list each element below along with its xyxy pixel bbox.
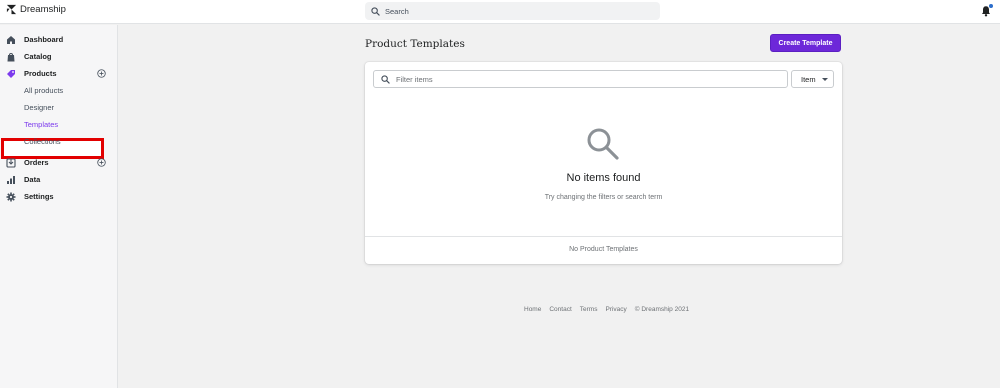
sidebar-item-products[interactable]: Products bbox=[0, 66, 118, 81]
footer-link-home[interactable]: Home bbox=[524, 306, 541, 313]
sidebar-item-label: Dashboard bbox=[24, 35, 64, 44]
notification-dot bbox=[989, 4, 993, 8]
sidebar: Dashboard Catalog Products All products … bbox=[0, 25, 118, 388]
orders-inbox-icon bbox=[6, 157, 16, 168]
sidebar-item-label: Data bbox=[24, 175, 41, 184]
sidebar-item-label: Catalog bbox=[24, 52, 52, 61]
sidebar-subitem-all-products[interactable]: All products bbox=[24, 86, 63, 95]
search-icon bbox=[381, 74, 390, 84]
empty-state-title: No items found bbox=[566, 172, 641, 184]
sidebar-item-orders[interactable]: Orders bbox=[0, 155, 118, 170]
top-bar: Dreamship Search bbox=[0, 0, 1000, 24]
sidebar-item-label: Settings bbox=[24, 192, 54, 201]
tag-icon bbox=[6, 69, 16, 79]
page-footer: Home Contact Terms Privacy © Dreamship 2… bbox=[524, 306, 689, 313]
catalog-bag-icon bbox=[6, 52, 16, 62]
create-template-button[interactable]: Create Template bbox=[770, 34, 841, 52]
bar-chart-icon bbox=[6, 175, 16, 185]
page-title: Product Templates bbox=[365, 38, 465, 50]
footer-link-contact[interactable]: Contact bbox=[549, 306, 571, 313]
item-type-dropdown[interactable]: Item bbox=[791, 70, 834, 88]
search-placeholder: Search bbox=[385, 6, 409, 16]
sidebar-item-settings[interactable]: Settings bbox=[0, 189, 118, 204]
footer-copyright: © Dreamship 2021 bbox=[634, 306, 690, 313]
gear-icon bbox=[6, 192, 16, 202]
search-icon bbox=[371, 6, 380, 16]
empty-state-subtitle: Try changing the filters or search term bbox=[544, 194, 663, 201]
add-product-circle-icon[interactable] bbox=[97, 69, 106, 78]
card-divider bbox=[365, 236, 842, 237]
sidebar-subitem-templates[interactable]: Templates bbox=[24, 120, 58, 129]
footer-link-privacy[interactable]: Privacy bbox=[605, 306, 626, 313]
brand-name: Dreamship bbox=[20, 4, 66, 15]
filter-items-input[interactable]: Filter items bbox=[373, 70, 788, 88]
sidebar-subitem-designer[interactable]: Designer bbox=[24, 103, 54, 112]
sidebar-item-dashboard[interactable]: Dashboard bbox=[0, 32, 118, 47]
sidebar-item-label: Orders bbox=[24, 158, 49, 167]
footer-link-terms[interactable]: Terms bbox=[580, 306, 598, 313]
sidebar-item-catalog[interactable]: Catalog bbox=[0, 49, 118, 64]
empty-state-search-icon bbox=[587, 128, 619, 160]
filter-placeholder: Filter items bbox=[396, 74, 433, 84]
brand-logo[interactable]: Dreamship bbox=[6, 4, 66, 15]
add-order-circle-icon[interactable] bbox=[97, 158, 106, 167]
sidebar-item-label: Products bbox=[24, 69, 57, 78]
chevron-down-icon bbox=[821, 77, 828, 81]
templates-card: Filter items Item No items found Try cha… bbox=[365, 62, 842, 264]
sidebar-item-data[interactable]: Data bbox=[0, 172, 118, 187]
dreamship-logo-icon bbox=[6, 4, 17, 15]
card-footer-text: No Product Templates bbox=[569, 246, 638, 253]
home-icon bbox=[6, 35, 16, 45]
global-search-input[interactable]: Search bbox=[365, 2, 660, 20]
sidebar-subitem-collections[interactable]: Collections bbox=[24, 137, 61, 146]
item-type-value: Item bbox=[801, 74, 816, 84]
